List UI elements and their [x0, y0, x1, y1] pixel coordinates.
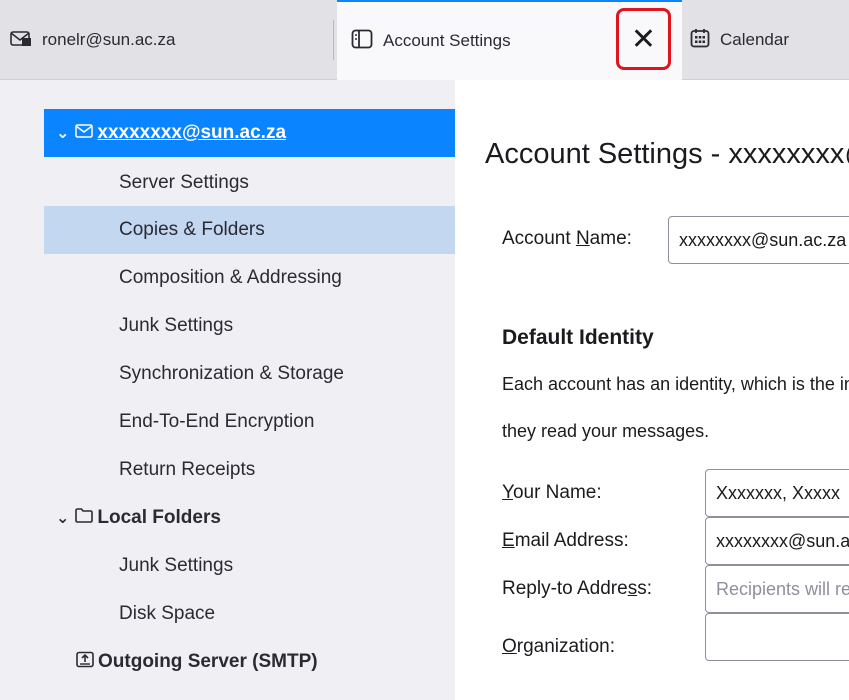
sidebar-item-encryption[interactable]: End-To-End Encryption: [44, 398, 455, 446]
sidebar-item-label: End-To-End Encryption: [119, 411, 315, 432]
sidebar-outgoing-label: Outgoing Server (SMTP): [98, 651, 318, 672]
organization-label: Organization:: [502, 636, 616, 657]
sidebar-item-server-settings[interactable]: Server Settings: [44, 159, 455, 207]
organization-field[interactable]: [705, 613, 849, 661]
sidebar-item-local-folders[interactable]: ⌄ Local Folders: [44, 494, 455, 542]
reply-to-label: Reply-to Address:: [502, 578, 652, 599]
envelope-icon: [75, 122, 94, 144]
mail-icon: [10, 29, 32, 52]
tab-calendar-label: Calendar: [720, 30, 789, 49]
sidebar-item-copies-folders[interactable]: Copies & Folders: [44, 206, 455, 254]
tab-calendar[interactable]: Calendar: [690, 0, 849, 80]
account-name-value: xxxxxxxx@sun.ac.za: [679, 229, 847, 250]
sidebar-item-label: Junk Settings: [119, 315, 234, 336]
calendar-icon: [690, 28, 710, 53]
sidebar-item-junk-settings[interactable]: Junk Settings: [44, 302, 455, 350]
settings-tab-icon: [351, 29, 373, 54]
tab-divider: [333, 20, 334, 60]
identity-description-line1: Each account has an identity, which is t…: [502, 374, 849, 394]
chevron-down-icon: ⌄: [56, 125, 70, 142]
sidebar-item-label: Synchronization & Storage: [119, 363, 344, 384]
sidebar-item-account[interactable]: ⌄ xxxxxxxx@sun.ac.za: [44, 109, 455, 157]
sidebar-item-local-junk[interactable]: Junk Settings: [44, 542, 455, 590]
tab-bar: ronelr@sun.ac.za Account Settings ✕ Cale…: [0, 0, 849, 80]
your-name-label: Your Name:: [502, 482, 602, 503]
email-address-value: xxxxxxxx@sun.ac.za: [716, 530, 849, 551]
chevron-down-icon: ⌄: [56, 510, 70, 527]
account-settings-panel: Account Settings - xxxxxxxx@sun.ac.za Ac…: [455, 80, 849, 700]
close-icon: ✕: [630, 22, 657, 56]
your-name-field[interactable]: Xxxxxxx, Xxxxx: [705, 469, 849, 517]
sidebar-item-synchronization[interactable]: Synchronization & Storage: [44, 350, 455, 398]
account-name-field[interactable]: xxxxxxxx@sun.ac.za: [668, 216, 849, 264]
sidebar-item-label: Server Settings: [119, 172, 249, 193]
sidebar-local-folders-label: Local Folders: [97, 507, 221, 528]
sidebar-item-disk-space[interactable]: Disk Space: [44, 590, 455, 638]
your-name-value: Xxxxxxx, Xxxxx: [716, 482, 841, 503]
reply-to-placeholder: Recipients will reply to this other addr…: [716, 578, 849, 599]
folder-icon: [75, 507, 94, 529]
account-name-label: Account Name:: [502, 228, 632, 249]
default-identity-heading: Default Identity: [502, 326, 654, 349]
sidebar-item-label: Return Receipts: [119, 459, 256, 480]
email-address-field[interactable]: xxxxxxxx@sun.ac.za: [705, 517, 849, 565]
tab-mail-label: ronelr@sun.ac.za: [42, 30, 176, 49]
sidebar-item-return-receipts[interactable]: Return Receipts: [44, 446, 455, 494]
tab-mail[interactable]: ronelr@sun.ac.za: [10, 0, 330, 80]
sidebar-item-outgoing-server[interactable]: Outgoing Server (SMTP): [44, 638, 455, 686]
account-tree-sidebar: ⌄ xxxxxxxx@sun.ac.za Server Settings Cop…: [0, 80, 455, 700]
sidebar-item-label: Composition & Addressing: [119, 267, 342, 288]
outbox-icon: [76, 651, 94, 674]
close-tab-button[interactable]: ✕: [616, 8, 671, 70]
email-address-label: Email Address:: [502, 530, 629, 551]
tab-settings-label: Account Settings: [383, 31, 511, 50]
identity-description-line2: they read your messages.: [502, 421, 710, 441]
reply-to-field[interactable]: Recipients will reply to this other addr…: [705, 565, 849, 613]
page-title: Account Settings - xxxxxxxx@sun.ac.za: [485, 138, 849, 170]
sidebar-item-label: Copies & Folders: [119, 219, 265, 240]
sidebar-item-composition[interactable]: Composition & Addressing: [44, 254, 455, 302]
sidebar-item-label: Junk Settings: [119, 555, 234, 576]
sidebar-account-label: xxxxxxxx@sun.ac.za: [97, 122, 287, 143]
sidebar-item-label: Disk Space: [119, 603, 216, 624]
